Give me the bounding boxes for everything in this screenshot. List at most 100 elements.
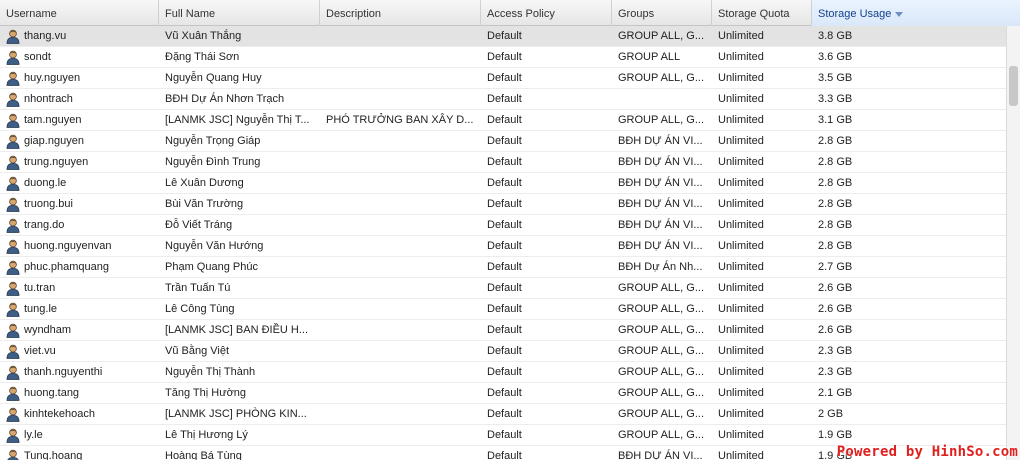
cell-username: trang.do — [24, 219, 65, 231]
table-row[interactable]: thanh.nguyenthi Nguyễn Thị Thành Default GR… — [0, 362, 1006, 383]
cell-access-policy: Default — [487, 135, 522, 147]
vertical-scrollbar[interactable] — [1006, 26, 1020, 460]
column-header-label: Storage Usage — [818, 8, 892, 20]
cell-full-name: Lê Xuân Dương — [165, 177, 244, 189]
column-header-storage-usage[interactable]: Storage Usage — [812, 0, 1020, 26]
table-row[interactable]: ly.le Lê Thị Hương Lý Default GROUP ALL, G.… — [0, 425, 1006, 446]
column-header-access-policy[interactable]: Access Policy — [481, 0, 612, 26]
cell-storage-quota: Unlimited — [718, 324, 764, 336]
cell-description — [320, 362, 480, 382]
cell-full-name: Trần Tuấn Tú — [165, 282, 231, 294]
cell-full-name: Nguyễn Đình Trung — [165, 156, 261, 168]
cell-username: phuc.phamquang — [24, 261, 110, 273]
cell-storage-usage: 2.6 GB — [818, 324, 853, 336]
cell-groups: BĐH DỰ ÁN VI... — [618, 450, 703, 460]
column-header-description[interactable]: Description — [320, 0, 481, 26]
column-header-full-name[interactable]: Full Name — [159, 0, 320, 26]
user-icon — [6, 323, 20, 338]
cell-description — [320, 257, 480, 277]
cell-groups: BĐH DỰ ÁN VI... — [618, 156, 703, 168]
table-row[interactable]: huy.nguyen Nguyễn Quang Huy Default GROUP A… — [0, 68, 1006, 89]
cell-username: viet.vu — [24, 345, 56, 357]
cell-storage-quota: Unlimited — [718, 114, 764, 126]
table-row[interactable]: viet.vu Vũ Bằng Việt Default GROUP ALL, G..… — [0, 341, 1006, 362]
column-header-groups[interactable]: Groups — [612, 0, 712, 26]
cell-full-name: Hoàng Bá Tùng — [165, 450, 242, 460]
user-icon — [6, 134, 20, 149]
cell-access-policy: Default — [487, 261, 522, 273]
table-row[interactable]: trang.do Đỗ Viết Tráng Default BĐH DỰ ÁN VI… — [0, 215, 1006, 236]
cell-access-policy: Default — [487, 387, 522, 399]
cell-username: trung.nguyen — [24, 156, 89, 168]
user-icon — [6, 386, 20, 401]
cell-description — [320, 299, 480, 319]
cell-groups: BĐH DỰ ÁN VI... — [618, 135, 703, 147]
table-row[interactable]: kinhtekehoach [LANMK JSC] PHÒNG KIN... Def… — [0, 404, 1006, 425]
cell-username: giap.nguyen — [24, 135, 84, 147]
cell-full-name: Đặng Thái Sơn — [165, 51, 240, 63]
table-row[interactable]: thang.vu Vũ Xuân Thắng Default GROUP ALL, G… — [0, 26, 1006, 47]
table-row[interactable]: huong.nguyenvan Nguyễn Văn Hướng Default BĐ… — [0, 236, 1006, 257]
scrollbar-thumb[interactable] — [1009, 66, 1018, 106]
cell-storage-quota: Unlimited — [718, 387, 764, 399]
column-header-username[interactable]: Username — [0, 0, 159, 26]
cell-storage-usage: 2.6 GB — [818, 303, 853, 315]
cell-username: truong.bui — [24, 198, 73, 210]
cell-groups: BĐH DỰ ÁN VI... — [618, 219, 703, 231]
cell-storage-usage: 2.3 GB — [818, 345, 853, 357]
cell-groups: BĐH DỰ ÁN VI... — [618, 240, 703, 252]
table-row[interactable]: tu.tran Trần Tuấn Tú Default GROUP ALL, G..… — [0, 278, 1006, 299]
table-row[interactable]: giap.nguyen Nguyễn Trọng Giáp Default BĐH D… — [0, 131, 1006, 152]
cell-storage-quota: Unlimited — [718, 240, 764, 252]
user-icon — [6, 113, 20, 128]
cell-full-name: Lê Thị Hương Lý — [165, 429, 248, 441]
table-row[interactable]: wyndham [LANMK JSC] BAN ĐIỀU H... Default G… — [0, 320, 1006, 341]
table-row[interactable]: nhontrach BĐH Dự Án Nhơn Trạch Default Unli… — [0, 89, 1006, 110]
cell-username: thanh.nguyenthi — [24, 366, 103, 378]
cell-full-name: Nguyễn Thị Thành — [165, 366, 256, 378]
cell-username: tu.tran — [24, 282, 56, 294]
cell-groups: GROUP ALL, G... — [618, 114, 704, 126]
cell-storage-usage: 2.8 GB — [818, 135, 853, 147]
table-row[interactable]: sondt Đặng Thái Sơn Default GROUP ALL Unlimi… — [0, 47, 1006, 68]
user-icon — [6, 50, 20, 65]
cell-full-name: Nguyễn Quang Huy — [165, 72, 262, 84]
cell-storage-usage: 2.7 GB — [818, 261, 853, 273]
cell-storage-usage: 3.3 GB — [818, 93, 853, 105]
cell-description — [320, 320, 480, 340]
user-icon — [6, 176, 20, 191]
table-row[interactable]: truong.bui Bùi Văn Trường Default BĐH DỰ ÁN… — [0, 194, 1006, 215]
cell-storage-quota: Unlimited — [718, 51, 764, 63]
user-icon — [6, 344, 20, 359]
column-header-label: Access Policy — [487, 8, 555, 20]
cell-access-policy: Default — [487, 408, 522, 420]
cell-access-policy: Default — [487, 93, 522, 105]
cell-groups: GROUP ALL, G... — [618, 387, 704, 399]
cell-groups: GROUP ALL — [618, 51, 681, 63]
cell-access-policy: Default — [487, 72, 522, 84]
cell-full-name: Tăng Thị Hường — [165, 387, 247, 399]
cell-groups: GROUP ALL, G... — [618, 345, 704, 357]
table-row[interactable]: tung.le Lê Công Tùng Default GROUP ALL, G..… — [0, 299, 1006, 320]
table-row[interactable]: tam.nguyen [LANMK JSC] Nguyễn Thị T... PHÓ… — [0, 110, 1006, 131]
cell-storage-quota: Unlimited — [718, 93, 764, 105]
column-header-storage-quota[interactable]: Storage Quota — [712, 0, 812, 26]
cell-username: wyndham — [24, 324, 72, 336]
cell-storage-quota: Unlimited — [718, 219, 764, 231]
cell-storage-usage: 3.8 GB — [818, 30, 853, 42]
cell-storage-quota: Unlimited — [718, 429, 764, 441]
table-row[interactable]: huong.tang Tăng Thị Hường Default GROUP ALL… — [0, 383, 1006, 404]
cell-description — [320, 383, 480, 403]
cell-username: huong.nguyenvan — [24, 240, 112, 252]
table-row[interactable]: trung.nguyen Nguyễn Đình Trung Default BĐH … — [0, 152, 1006, 173]
cell-storage-usage: 2.8 GB — [818, 198, 853, 210]
cell-description — [320, 215, 480, 235]
cell-storage-usage: 2 GB — [818, 408, 844, 420]
grid-header: Username Full Name Description Access Po… — [0, 0, 1020, 26]
cell-description — [320, 446, 480, 460]
cell-storage-quota: Unlimited — [718, 282, 764, 294]
table-row[interactable]: duong.le Lê Xuân Dương Default BĐH DỰ ÁN VI… — [0, 173, 1006, 194]
cell-access-policy: Default — [487, 156, 522, 168]
column-header-label: Description — [326, 8, 382, 20]
table-row[interactable]: phuc.phamquang Phạm Quang Phúc Default BĐH … — [0, 257, 1006, 278]
